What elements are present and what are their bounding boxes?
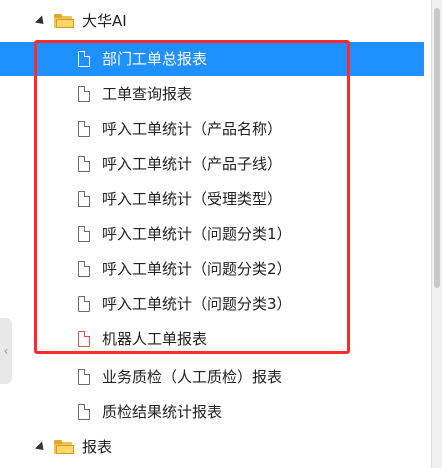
tree-item-label: 部门工单总报表	[102, 50, 208, 68]
scrollbar-thumb[interactable]	[434, 8, 440, 288]
document-icon	[78, 369, 90, 385]
tree-item-label: 呼入工单统计（问题分类3）	[102, 295, 292, 313]
document-icon	[78, 86, 90, 102]
document-icon	[78, 226, 90, 242]
vertical-scrollbar[interactable]	[431, 0, 442, 468]
tree-item-department-report[interactable]: 部门工单总报表	[0, 42, 424, 76]
tree-item-inbound-product-name[interactable]: 呼入工单统计（产品名称）	[0, 112, 424, 146]
folder-dahua-ai[interactable]: 大华AI	[0, 4, 424, 38]
tree-item-robot-ticket-report[interactable]: 机器人工单报表	[0, 322, 424, 356]
folder-open-icon	[54, 14, 74, 28]
report-tree: 大华AI 部门工单总报表 工单查询报表 呼入工单统计（产品名称） 呼入工单统计（…	[0, 0, 430, 468]
folder-open-icon	[54, 440, 74, 454]
collapse-panel-handle[interactable]: ‹	[0, 318, 12, 384]
tree-item-inbound-issue-category-1[interactable]: 呼入工单统计（问题分类1）	[0, 217, 424, 251]
document-icon	[78, 156, 90, 172]
document-icon	[78, 404, 90, 420]
folder-label: 报表	[82, 438, 113, 456]
tree-item-label: 质检结果统计报表	[102, 403, 223, 421]
document-icon	[78, 51, 90, 67]
tree-item-label: 呼入工单统计（产品子线）	[102, 155, 283, 173]
folder-reports[interactable]: 报表	[0, 430, 424, 464]
document-icon	[78, 191, 90, 207]
document-icon	[78, 121, 90, 137]
tree-item-label: 呼入工单统计（问题分类1）	[102, 225, 292, 243]
tree-item-label: 呼入工单统计（问题分类2）	[102, 260, 292, 278]
expand-arrow-icon[interactable]	[34, 14, 48, 28]
expand-arrow-icon[interactable]	[34, 440, 48, 454]
tree-item-ticket-query-report[interactable]: 工单查询报表	[0, 77, 424, 111]
tree-item-inbound-issue-category-3[interactable]: 呼入工单统计（问题分类3）	[0, 287, 424, 321]
chevron-left-icon: ‹	[3, 344, 9, 358]
tree-item-business-qa-report[interactable]: 业务质检（人工质检）报表	[0, 360, 424, 394]
tree-item-inbound-product-subline[interactable]: 呼入工单统计（产品子线）	[0, 147, 424, 181]
tree-item-label: 机器人工单报表	[102, 330, 208, 348]
tree-item-inbound-acceptance-type[interactable]: 呼入工单统计（受理类型）	[0, 182, 424, 216]
document-icon	[78, 296, 90, 312]
tree-item-label: 呼入工单统计（产品名称）	[102, 120, 283, 138]
tree-item-label: 业务质检（人工质检）报表	[102, 368, 283, 386]
tree-item-label: 工单查询报表	[102, 85, 193, 103]
folder-label: 大华AI	[82, 12, 127, 30]
tree-item-inbound-issue-category-2[interactable]: 呼入工单统计（问题分类2）	[0, 252, 424, 286]
document-icon	[78, 331, 90, 347]
tree-item-label: 呼入工单统计（受理类型）	[102, 190, 283, 208]
tree-item-qa-result-report[interactable]: 质检结果统计报表	[0, 395, 424, 429]
document-icon	[78, 261, 90, 277]
